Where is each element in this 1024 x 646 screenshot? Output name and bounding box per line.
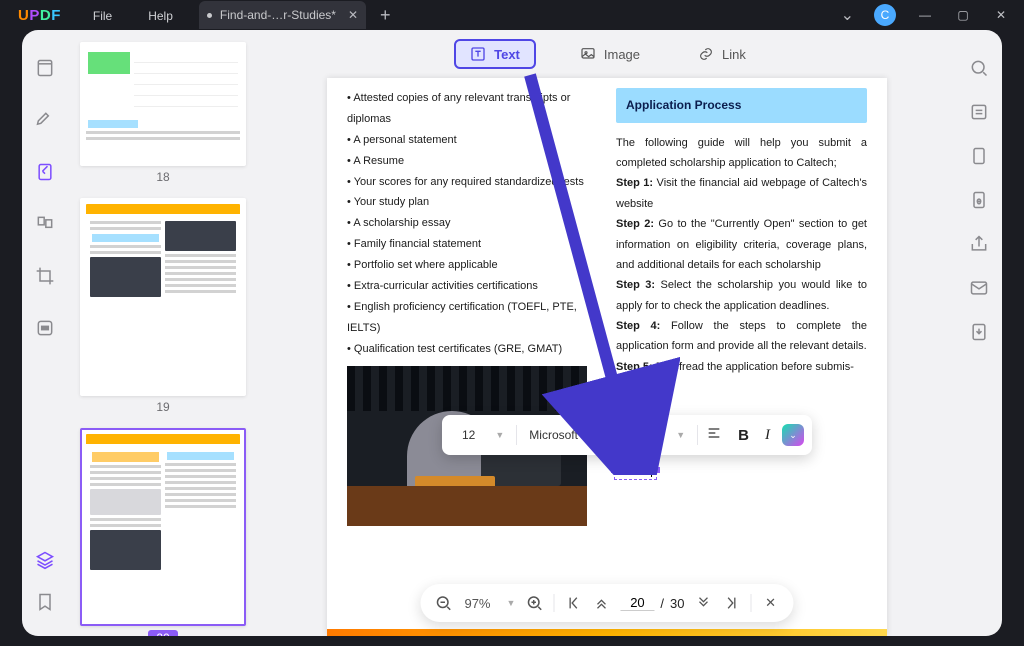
font-family-field[interactable]: MicrosoftYa▼ xyxy=(517,421,697,449)
current-page-input[interactable] xyxy=(620,595,654,611)
thumb-number-19: 19 xyxy=(80,400,246,414)
first-page-button[interactable] xyxy=(564,594,582,612)
document-tab[interactable]: Find-and-…r-Studies* ✕ xyxy=(199,1,366,29)
share-icon[interactable] xyxy=(969,234,989,254)
image-tool-icon xyxy=(580,46,596,62)
link-tool-icon xyxy=(698,46,714,62)
step-item: Step 3: Select the scholarship you would… xyxy=(616,275,867,316)
align-button[interactable] xyxy=(698,425,730,445)
left-tool-rail xyxy=(22,30,68,636)
thumbnail-panel: 18 19 20 xyxy=(68,30,258,636)
redact-icon[interactable] xyxy=(35,318,55,338)
tab-modified-dot xyxy=(207,13,212,18)
segment-image[interactable]: Image xyxy=(566,41,654,67)
total-pages: 30 xyxy=(670,596,684,611)
title-bar: UPDF File Help Find-and-…r-Studies* ✕ + … xyxy=(0,0,1024,30)
application-process-heading: Application Process xyxy=(616,88,867,123)
layers-icon[interactable] xyxy=(35,550,55,570)
close-zoombar-button[interactable]: ✕ xyxy=(762,594,780,612)
segment-link[interactable]: Link xyxy=(684,41,760,67)
requirement-item: Qualification test certificates (GRE, GM… xyxy=(347,339,598,360)
menu-file[interactable]: File xyxy=(75,0,130,31)
email-icon[interactable] xyxy=(969,278,989,298)
page-footer-bar xyxy=(327,629,887,636)
bookmark-icon[interactable] xyxy=(35,592,55,612)
tab-close-icon[interactable]: ✕ xyxy=(348,8,358,22)
tabs-dropdown-icon[interactable]: ⌄ xyxy=(831,5,864,25)
zoom-in-button[interactable] xyxy=(525,594,543,612)
step-item: Step 2: Go to the "Currently Open" secti… xyxy=(616,214,867,275)
requirement-item: Your scores for any required standardize… xyxy=(347,172,598,193)
italic-button[interactable]: I xyxy=(757,427,778,444)
requirement-item: English proficiency certification (TOEFL… xyxy=(347,297,598,339)
window-minimize-icon[interactable]: — xyxy=(906,8,944,22)
next-page-button[interactable] xyxy=(695,594,713,612)
text-tool-icon xyxy=(470,46,486,62)
search-icon[interactable] xyxy=(969,58,989,78)
step-item: Step 1: Visit the financial aid webpage … xyxy=(616,173,867,214)
annotate-icon[interactable] xyxy=(35,110,55,130)
crop-icon[interactable] xyxy=(35,266,55,286)
segment-text[interactable]: Text xyxy=(454,39,536,69)
right-tool-rail xyxy=(956,30,1002,636)
window-close-icon[interactable]: ✕ xyxy=(982,8,1020,22)
requirement-item: Attested copies of any relevant transcri… xyxy=(347,88,598,130)
ocr-icon[interactable] xyxy=(969,102,989,122)
protect-icon[interactable] xyxy=(969,190,989,210)
thumb-number-20: 20 xyxy=(80,630,246,636)
requirement-item: Extra-curricular activities certificatio… xyxy=(347,276,598,297)
text-format-toolbar: 12▼ MicrosoftYa▼ B I ⌄ xyxy=(442,415,812,455)
requirement-item: Portfolio set where applicable xyxy=(347,255,598,276)
text-color-button[interactable]: ⌄ xyxy=(782,424,804,446)
step-item: Step 5: Proofread the application before… xyxy=(616,357,867,377)
page-indicator: / 30 xyxy=(620,595,684,611)
app-logo: UPDF xyxy=(4,7,75,24)
bold-button[interactable]: B xyxy=(730,427,757,444)
page-thumbnail-19[interactable] xyxy=(80,198,246,396)
zoom-value: 97% xyxy=(462,596,492,611)
last-page-button[interactable] xyxy=(723,594,741,612)
prev-page-button[interactable] xyxy=(592,594,610,612)
tab-title: Find-and-…r-Studies* xyxy=(220,8,336,22)
requirement-item: A Resume xyxy=(347,151,598,172)
user-avatar[interactable]: C xyxy=(874,4,896,26)
thumb-number-18: 18 xyxy=(80,170,246,184)
page-thumbnail-20[interactable] xyxy=(80,428,246,626)
requirement-item: A personal statement xyxy=(347,130,598,151)
inserted-text-box[interactable]: TEXT xyxy=(614,460,657,480)
window-maximize-icon[interactable]: ▢ xyxy=(944,8,982,22)
new-tab-button[interactable]: + xyxy=(380,5,391,26)
export-icon[interactable] xyxy=(969,322,989,342)
zoom-out-button[interactable] xyxy=(434,594,452,612)
font-size-field[interactable]: 12▼ xyxy=(450,421,516,449)
requirement-item: Your study plan xyxy=(347,192,598,213)
page-tools-icon[interactable] xyxy=(969,146,989,166)
step-item: Step 4: Follow the steps to complete the… xyxy=(616,316,867,357)
workspace: 18 19 20 Text xyxy=(22,30,1002,636)
page-thumbnail-18[interactable] xyxy=(80,42,246,166)
reader-mode-icon[interactable] xyxy=(35,58,55,78)
editor-area: Text Image Link Attested copies of any r… xyxy=(258,30,956,636)
menu-help[interactable]: Help xyxy=(130,0,191,31)
pdf-page[interactable]: Attested copies of any relevant transcri… xyxy=(327,78,887,636)
zoom-dropdown-icon[interactable]: ▼ xyxy=(507,598,516,608)
left-column: Attested copies of any relevant transcri… xyxy=(347,88,598,526)
resize-handle-right[interactable] xyxy=(654,467,660,473)
edit-pdf-icon[interactable] xyxy=(35,162,55,182)
edit-mode-segments: Text Image Link xyxy=(258,30,956,78)
zoom-bar: 97% ▼ / 30 ✕ xyxy=(420,584,793,622)
intro-paragraph: The following guide will help you submit… xyxy=(616,133,867,174)
requirement-item: Family financial statement xyxy=(347,234,598,255)
requirement-item: A scholarship essay xyxy=(347,213,598,234)
resize-handle-left[interactable] xyxy=(611,467,617,473)
organize-pages-icon[interactable] xyxy=(35,214,55,234)
